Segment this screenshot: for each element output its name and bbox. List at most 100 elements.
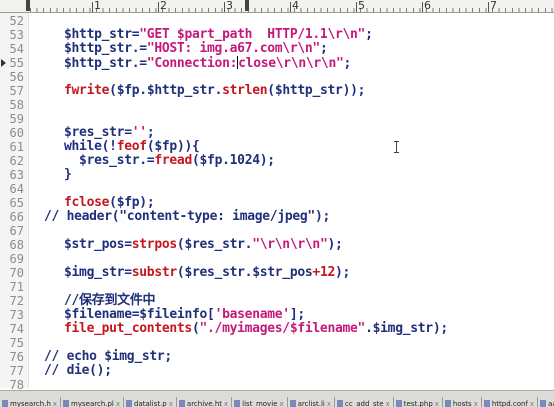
code-token: . [214, 83, 223, 98]
ruler-major-tick [356, 2, 357, 12]
code-token: ); [259, 153, 275, 168]
code-token: "\r\n\r\n" [252, 237, 328, 252]
ruler: 1 2 3 4 5 6 7 [0, 0, 554, 13]
code-token: $img_str [64, 265, 125, 280]
line-number: 54 [9, 42, 24, 56]
code-token: ]; [289, 307, 305, 322]
mouse-ibeam-cursor [393, 140, 401, 154]
code-token: $res_str [64, 125, 125, 140]
code-token: feof [116, 139, 147, 154]
code-token: ); [335, 265, 351, 280]
code-token: $http_str [64, 41, 132, 56]
code-token: +12 [312, 265, 336, 280]
line-number: 64 [9, 182, 24, 196]
line-number: 62 [9, 154, 24, 168]
code-token: substr [131, 265, 177, 280]
code-line[interactable]: //保存到文件中 [64, 294, 156, 308]
line-number: 63 [9, 168, 24, 182]
line-number: 53 [9, 28, 24, 42]
code-token: = [124, 265, 132, 280]
ruler-cursor-marker [245, 0, 249, 11]
code-token: '' [131, 125, 147, 140]
code-token: $http_str [146, 83, 215, 98]
line-number: 57 [9, 84, 24, 98]
code-token: [ [207, 307, 215, 322]
code-token: . [139, 83, 147, 98]
code-token: ( [109, 83, 117, 98]
code-token: ( [191, 321, 200, 336]
code-token: } [64, 167, 72, 182]
code-token: $http_str [274, 83, 343, 98]
ruler-major-tick [290, 2, 291, 12]
code-token: file_put_contents [64, 321, 192, 336]
code-editor[interactable]: $http_str="GET $part_path HTTP/1.1\r\n";… [30, 13, 554, 388]
line-number: 60 [9, 126, 24, 140]
line-number: 69 [9, 252, 24, 266]
ruler-label-2: 2 [160, 0, 167, 12]
code-token: (! [101, 139, 117, 154]
code-line[interactable]: // header("content-type: image/jpeg"); [44, 210, 330, 224]
code-token: // echo $img_str; [44, 349, 172, 364]
code-token: ; [365, 27, 373, 42]
code-token: ( [191, 153, 200, 168]
code-token: = [124, 237, 132, 252]
ruler-major-tick [488, 2, 489, 12]
code-token: = [124, 125, 132, 140]
line-number: 67 [9, 224, 24, 238]
code-token: ); [139, 195, 155, 210]
code-token: 'basename' [214, 307, 291, 322]
code-line[interactable]: file_put_contents("./myimages/$filename"… [64, 322, 448, 336]
bookmark-arrow-icon[interactable] [1, 59, 6, 67]
code-token: $http_str [64, 56, 132, 71]
code-line[interactable]: $img_str=substr($res_str.$str_pos+12); [64, 266, 350, 280]
code-token: while [64, 139, 102, 154]
line-number-gutter[interactable]: 52 53 54 55 56 57 58 59 60 61 62 63 64 65 66 67 68 69 70 71… [0, 13, 29, 392]
code-token: $res_str [184, 237, 245, 252]
line-number: 52 [9, 14, 24, 28]
code-token: strlen [222, 83, 268, 98]
code-line[interactable]: $http_str.="Connection:close\r\n\r\n"; [64, 56, 351, 71]
line-number: 66 [9, 210, 24, 224]
code-token: "HOST: img.a67.com\r\n" [146, 41, 320, 56]
code-line[interactable]: $res_str.=fread($fp.1024); [64, 154, 275, 168]
ruler-left-margin-marker[interactable] [26, 0, 30, 11]
code-line[interactable]: // die(); [44, 364, 112, 378]
code-token: 1024 [229, 153, 260, 168]
code-line[interactable]: $filename=$fileinfo['basename']; [64, 308, 305, 322]
code-token: $fp [154, 139, 177, 154]
code-line[interactable]: $res_str=''; [64, 125, 155, 140]
code-token: { [192, 139, 200, 154]
document-tab-bar: mysearch.h x mysearch.pl x datalist.p x archiv… [0, 390, 554, 407]
code-line[interactable]: $str_pos=strpos($res_str."\r\n\r\n"); [64, 238, 343, 252]
code-token: $fp [116, 83, 140, 98]
code-token: "Connection: [146, 56, 238, 71]
line-number: 70 [9, 266, 24, 280]
code-line[interactable]: $http_str="GET $part_path HTTP/1.1\r\n"; [64, 28, 373, 42]
code-line[interactable]: while(!feof($fp)){ [64, 140, 200, 154]
line-number: 76 [9, 350, 24, 364]
line-number: 75 [9, 336, 24, 350]
code-token: .= [131, 56, 147, 71]
code-token: // header("content-type: image/jpeg"); [44, 209, 331, 224]
code-token: )) [176, 139, 192, 154]
line-number: 56 [9, 70, 24, 84]
line-number: 73 [9, 308, 24, 322]
code-token: ( [267, 83, 275, 98]
code-token: strpos [131, 237, 177, 252]
code-token: fread [154, 153, 192, 168]
code-token: "GET $part_path HTTP/1.1\r\n" [139, 27, 366, 42]
line-number: 59 [9, 112, 24, 126]
code-token: )); [342, 83, 366, 98]
code-line[interactable]: fwrite($fp.$http_str.strlen($http_str)); [64, 84, 365, 98]
code-token: $filename [64, 307, 132, 322]
line-number: 77 [9, 364, 24, 378]
code-token: $res_str [64, 153, 140, 168]
code-line[interactable]: } [64, 168, 72, 182]
code-token: "./myimages/$filename" [199, 321, 366, 336]
code-token: .= [131, 41, 147, 56]
code-line[interactable]: $http_str.="HOST: img.a67.com\r\n"; [64, 41, 328, 56]
ruler-label-3: 3 [226, 0, 233, 12]
code-line[interactable]: fclose($fp); [64, 195, 155, 210]
code-line[interactable]: // echo $img_str; [44, 350, 172, 364]
code-token: ); [432, 321, 448, 336]
